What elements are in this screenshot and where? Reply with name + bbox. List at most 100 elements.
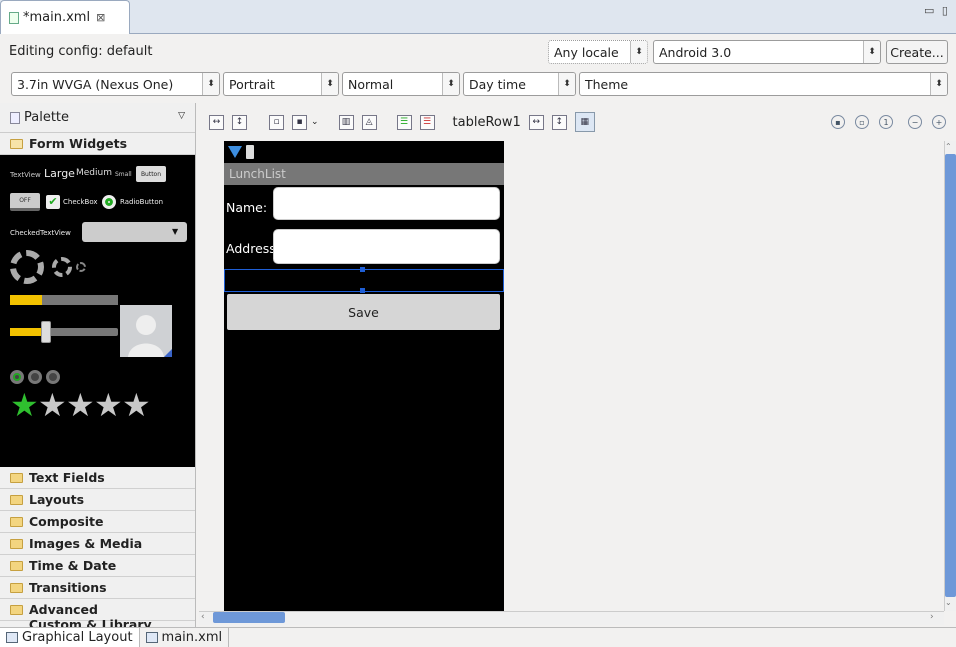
checkbox-checked-icon[interactable]: ✔ [46,195,60,209]
widget-checkedtextview[interactable]: CheckedTextView [10,229,71,237]
vertical-scroll-thumb[interactable] [945,154,956,597]
widget-progressbar [10,295,118,305]
device-combo[interactable]: 3.7in WVGA (Nexus One) ⬍ [11,72,220,96]
fill-height-icon[interactable]: ↕ [232,114,247,130]
radio-checked-icon[interactable] [102,195,116,209]
progress-spinner-small-icon [76,262,86,272]
zoom-out-icon[interactable]: − [908,115,922,129]
editor-tab-title: *main.xml [23,10,91,25]
rating-star-icon[interactable]: ★ [38,389,67,421]
toggle-layout-icon[interactable]: ▦ [574,112,595,132]
category-transitions[interactable]: Transitions [0,577,195,599]
rating-star-icon[interactable]: ★ [94,389,123,421]
remove-row-icon[interactable]: ☰ [419,114,435,130]
palette-categories: Text Fields Layouts Composite Images & Medi… [0,467,195,647]
category-composite[interactable]: Composite [0,511,195,533]
person-placeholder-icon [128,315,172,357]
night-combo[interactable]: Day time ⬍ [463,72,576,96]
radio-on-icon[interactable] [10,370,24,384]
close-icon[interactable]: ⊠ [96,11,105,24]
dock-value: Normal [348,76,394,92]
create-button[interactable]: Create... [886,40,948,64]
orientation-combo[interactable]: Portrait ⬍ [223,72,339,96]
layout-icon [6,632,18,643]
widget-textview[interactable]: TextView [10,171,41,179]
palette-header[interactable]: Palette ▽ [0,103,195,133]
editor-tab-main-xml[interactable]: *main.xml ⊠ [0,0,130,34]
selected-table-row[interactable] [224,267,504,293]
distribute-weights-icon[interactable]: ▥ [338,114,354,130]
theme-combo[interactable]: Theme ⬍ [579,72,948,96]
category-images-media[interactable]: Images & Media [0,533,195,555]
scroll-right-icon[interactable]: › [930,612,934,622]
widget-checkbox[interactable]: CheckBox [63,198,98,206]
save-button[interactable]: Save [227,294,500,330]
tab-main-xml[interactable]: main.xml [140,627,230,647]
horizontal-scroll-thumb[interactable] [213,612,285,623]
rating-star-icon[interactable]: ★ [10,389,39,421]
category-label: Transitions [29,580,107,595]
dock-combo[interactable]: Normal ⬍ [342,72,460,96]
zoom-in-icon[interactable]: + [932,115,946,129]
seekbar-thumb[interactable] [40,321,51,343]
chevron-down-icon[interactable]: ⌄ [311,117,319,127]
gravity-icon[interactable]: ▪ [292,114,307,130]
folder-icon [10,560,23,571]
radio-off-icon[interactable] [28,370,42,384]
baseline-icon[interactable]: ◬ [361,114,377,130]
widget-imageview[interactable] [120,305,172,357]
scroll-up-icon[interactable]: ⌃ [945,142,952,151]
target-value: Android 3.0 [659,44,732,60]
category-layouts[interactable]: Layouts [0,489,195,511]
category-label: Time & Date [29,558,117,573]
category-text-fields[interactable]: Text Fields [0,467,195,489]
fill-width-icon[interactable]: ↔ [528,114,544,130]
window-controls[interactable]: ▭ ▯ [924,4,950,17]
device-value: 3.7in WVGA (Nexus One) [17,76,174,92]
widget-medium-text[interactable]: Medium [76,168,112,178]
editor-bottom-tabs: Graphical Layout main.xml [0,627,956,647]
widget-ratingbar[interactable]: ★ ★ ★ ★ ★ [10,389,170,425]
palette-panel: Palette ▽ Form Widgets TextView Large Me… [0,103,196,647]
address-input[interactable] [273,229,500,264]
widget-button[interactable]: Button [136,166,166,182]
chevron-updown-icon: ⬍ [630,41,647,63]
editing-config-label: Editing config: default [9,44,153,59]
category-label: Form Widgets [29,136,128,151]
category-time-date[interactable]: Time & Date [0,555,195,577]
fill-width-icon[interactable]: ↔ [209,114,224,130]
widget-radiobutton[interactable]: RadioButton [120,198,163,206]
chevron-down-icon: ▼ [172,227,179,236]
target-combo[interactable]: Android 3.0 ⬍ [653,40,881,64]
folder-open-icon [10,138,23,149]
chevron-down-icon[interactable]: ▽ [178,111,185,121]
chevron-updown-icon: ⬍ [442,73,459,95]
folder-icon [10,472,23,483]
margins-icon[interactable]: ▫ [269,114,284,130]
rating-star-icon[interactable]: ★ [66,389,95,421]
radio-off-icon[interactable] [46,370,60,384]
zoom-actual-icon[interactable]: ▫ [855,115,869,129]
add-row-icon[interactable]: ☰ [396,114,412,130]
resize-handle-bottom[interactable] [360,288,365,293]
zoom-fit-icon[interactable]: ▪ [831,115,845,129]
horizontal-scrollbar[interactable] [199,611,944,625]
widget-small-text[interactable]: Small [115,171,132,178]
resize-handle-top[interactable] [360,267,365,272]
rating-star-icon[interactable]: ★ [122,389,151,421]
widget-seekbar[interactable] [10,328,118,336]
folder-icon [10,494,23,505]
locale-combo[interactable]: Any locale ⬍ [548,40,648,64]
scroll-down-icon[interactable]: ⌄ [945,598,952,607]
fill-height-icon[interactable]: ↕ [551,114,567,130]
tab-graphical-layout[interactable]: Graphical Layout [0,627,140,647]
category-label: Text Fields [29,470,105,485]
widget-large-text[interactable]: Large [44,167,75,180]
zoom-100-icon[interactable]: 1 [879,115,893,129]
scroll-left-icon[interactable]: ‹ [201,612,205,622]
name-input[interactable] [273,187,500,220]
widget-toggle-button[interactable]: OFF [10,193,40,211]
progressbar-fill [10,295,43,305]
category-form-widgets[interactable]: Form Widgets [0,133,195,155]
palette-title: Palette [24,110,70,125]
